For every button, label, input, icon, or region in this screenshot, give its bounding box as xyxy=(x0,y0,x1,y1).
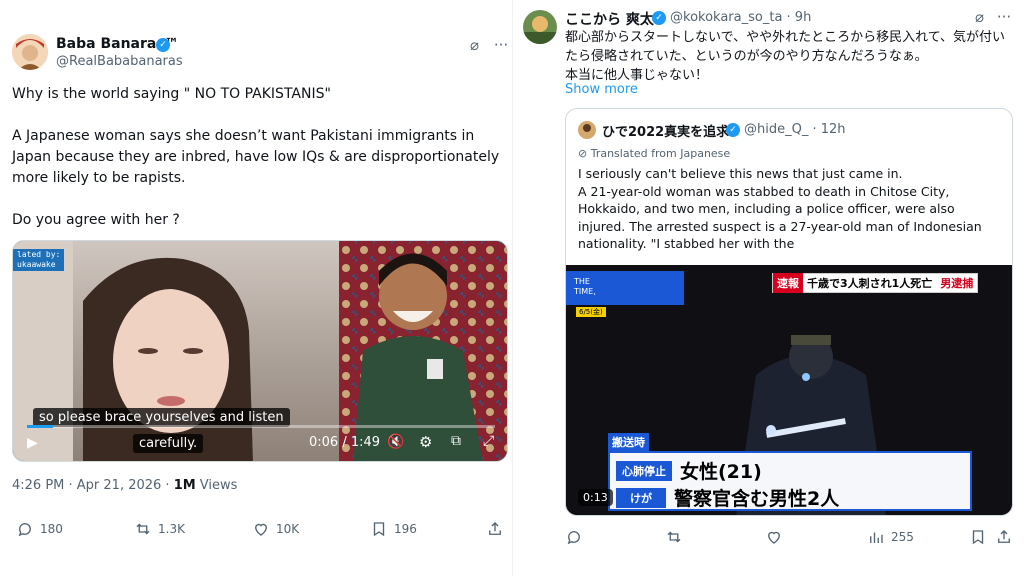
left-tweet: Baba Banaras™ ✓ @RealBababanaras ⌀ ··· W… xyxy=(0,0,512,576)
program-logo-line-1: THE xyxy=(574,277,590,286)
bookmark-icon xyxy=(373,522,385,537)
victims-panel: 心肺停止 女性(21) けが 警察官含む男性2人 xyxy=(608,451,972,511)
bookmark-count: 196 xyxy=(394,522,417,536)
tweet-text-para-2: A Japanese woman says she doesn’t want P… xyxy=(12,128,500,186)
like-button[interactable]: 10K xyxy=(252,520,299,538)
translator-tag-line-2: ukaawake xyxy=(17,260,56,269)
settings-icon[interactable]: ⚙ xyxy=(419,433,432,451)
share-button[interactable] xyxy=(995,528,1013,546)
tweet-text-line-1: Why is the world saying " NO TO PAKISTAN… xyxy=(12,86,331,102)
video-progress-track[interactable] xyxy=(27,425,495,428)
views-icon xyxy=(870,532,883,543)
share-icon xyxy=(998,530,1010,543)
video-progress-fill xyxy=(27,425,53,428)
repost-icon xyxy=(136,523,150,535)
author-avatar[interactable] xyxy=(523,10,557,44)
tweet-timestamp[interactable]: 4:26 PM · Apr 21, 2026 · xyxy=(12,478,174,493)
breaking-label: 速報 xyxy=(773,273,803,293)
quote-video[interactable]: THE TIME, 6/5(金) 速報 千歳で3人刺され1人死亡 男逮捕 搬送時… xyxy=(566,265,1012,515)
show-more-link[interactable]: Show more xyxy=(565,82,638,97)
heart-icon xyxy=(768,531,780,544)
row1-tag: 心肺停止 xyxy=(616,460,672,481)
views-count: 1M xyxy=(173,478,196,493)
quote-author-name: ひで2022真実を追求 xyxy=(602,125,730,140)
tweet-text: 都心部からスタートしないで、やや外れたところから移民入れて、気が付いたら侵略され… xyxy=(565,28,1015,85)
tweet-header-actions: ⌀ ··· xyxy=(975,8,1011,26)
pip-icon[interactable]: ⧉ xyxy=(451,433,461,449)
reply-button[interactable] xyxy=(565,528,583,546)
transport-label: 搬送時 xyxy=(608,433,649,451)
reply-icon xyxy=(567,531,580,545)
like-count: 10K xyxy=(276,522,300,536)
row2-tag: けが xyxy=(616,487,666,508)
tweet-text-para-3: Do you agree with her ? xyxy=(12,212,180,228)
tweet-metadata: 4:26 PM · Apr 21, 2026 · 1M Views xyxy=(12,478,237,493)
program-logo: THE TIME, xyxy=(566,271,684,305)
author-avatar[interactable] xyxy=(12,34,48,70)
date-tag: 6/5(金) xyxy=(576,307,606,317)
video-time: 0:06 / 1:49 xyxy=(309,435,381,450)
row2-text: 警察官含む男性2人 xyxy=(674,488,840,510)
video-time: 0:13 xyxy=(578,489,613,506)
repost-button[interactable] xyxy=(665,528,683,546)
tweet-text-body: 都心部からスタートしないで、やや外れたところから移民入れて、気が付いたら侵略され… xyxy=(565,30,1006,64)
share-icon xyxy=(489,522,501,535)
translate-icon: ⊘ xyxy=(578,147,588,160)
arrest-label: 男逮捕 xyxy=(940,277,974,290)
reply-icon xyxy=(18,523,31,537)
views-label: Views xyxy=(195,478,238,493)
mute-icon[interactable]: 🔇 xyxy=(387,434,404,450)
repost-icon xyxy=(667,531,681,543)
video-frame-image xyxy=(13,241,507,461)
victim-row-2: けが 警察官含む男性2人 xyxy=(616,484,839,511)
quote-text: I seriously can't believe this news that… xyxy=(578,166,982,251)
tweet-text: Why is the world saying " NO TO PAKISTAN… xyxy=(12,84,507,252)
tweet-actions: 180 1.3K 10K 196 xyxy=(0,520,512,542)
verified-badge-icon: ✓ xyxy=(652,11,666,25)
verified-badge-icon: ✓ xyxy=(156,38,170,52)
bookmark-button[interactable] xyxy=(969,528,987,546)
quote-verified-badge-icon: ✓ xyxy=(726,123,740,137)
more-options-icon[interactable]: ··· xyxy=(997,8,1011,26)
translated-label: Translated from Japanese xyxy=(590,147,731,160)
heart-icon xyxy=(255,523,267,536)
views-count: 255 xyxy=(891,530,914,544)
victim-row-1: 心肺停止 女性(21) xyxy=(616,457,762,484)
repost-button[interactable]: 1.3K xyxy=(134,520,185,538)
author-handle[interactable]: @kokokara_so_ta · 9h xyxy=(670,10,811,25)
tweet-header-actions: ⌀ ··· xyxy=(470,36,508,54)
quote-author-avatar xyxy=(578,121,596,139)
translated-indicator: ⊘ Translated from Japanese xyxy=(578,147,730,160)
author-handle[interactable]: @RealBababanaras xyxy=(56,54,183,69)
more-options-icon[interactable]: ··· xyxy=(494,36,508,54)
play-button[interactable]: ▶ xyxy=(27,435,38,451)
row1-text: 女性(21) xyxy=(680,461,762,483)
fullscreen-icon[interactable]: ⤢ xyxy=(483,433,494,449)
program-logo-line-2: TIME, xyxy=(574,287,596,296)
tweet-actions: 255 xyxy=(513,528,1024,548)
author-name[interactable]: ここから 爽太 xyxy=(565,9,654,29)
quote-author-handle: @hide_Q_ · 12h xyxy=(744,122,846,137)
share-button[interactable] xyxy=(486,520,504,538)
repost-count: 1.3K xyxy=(158,522,185,536)
translator-tag-line-1: lated by: xyxy=(17,250,61,259)
bookmark-button[interactable]: 196 xyxy=(370,520,417,538)
headline-text: 千歳で3人刺され1人死亡 xyxy=(807,277,933,290)
breaking-headline: 速報 千歳で3人刺され1人死亡 男逮捕 xyxy=(772,273,979,293)
subtitle-line-2: carefully. xyxy=(133,434,204,453)
bookmark-icon xyxy=(972,530,984,545)
right-tweet: ここから 爽太 ✓ @kokokara_so_ta · 9h ⌀ ··· 都心部… xyxy=(512,0,1024,576)
reply-count: 180 xyxy=(40,522,63,536)
like-button[interactable] xyxy=(765,528,783,546)
grok-icon[interactable]: ⌀ xyxy=(975,8,984,26)
reply-button[interactable]: 180 xyxy=(16,520,63,538)
views-button[interactable]: 255 xyxy=(867,528,914,546)
quoted-tweet[interactable]: ひで2022真実を追求 ✓ @hide_Q_ · 12h ⊘ Translate… xyxy=(565,108,1013,516)
tweet-video[interactable]: lated by: ukaawake so please brace yours… xyxy=(12,240,508,462)
grok-icon[interactable]: ⌀ xyxy=(470,36,479,54)
translator-tag: lated by: ukaawake xyxy=(13,249,65,271)
